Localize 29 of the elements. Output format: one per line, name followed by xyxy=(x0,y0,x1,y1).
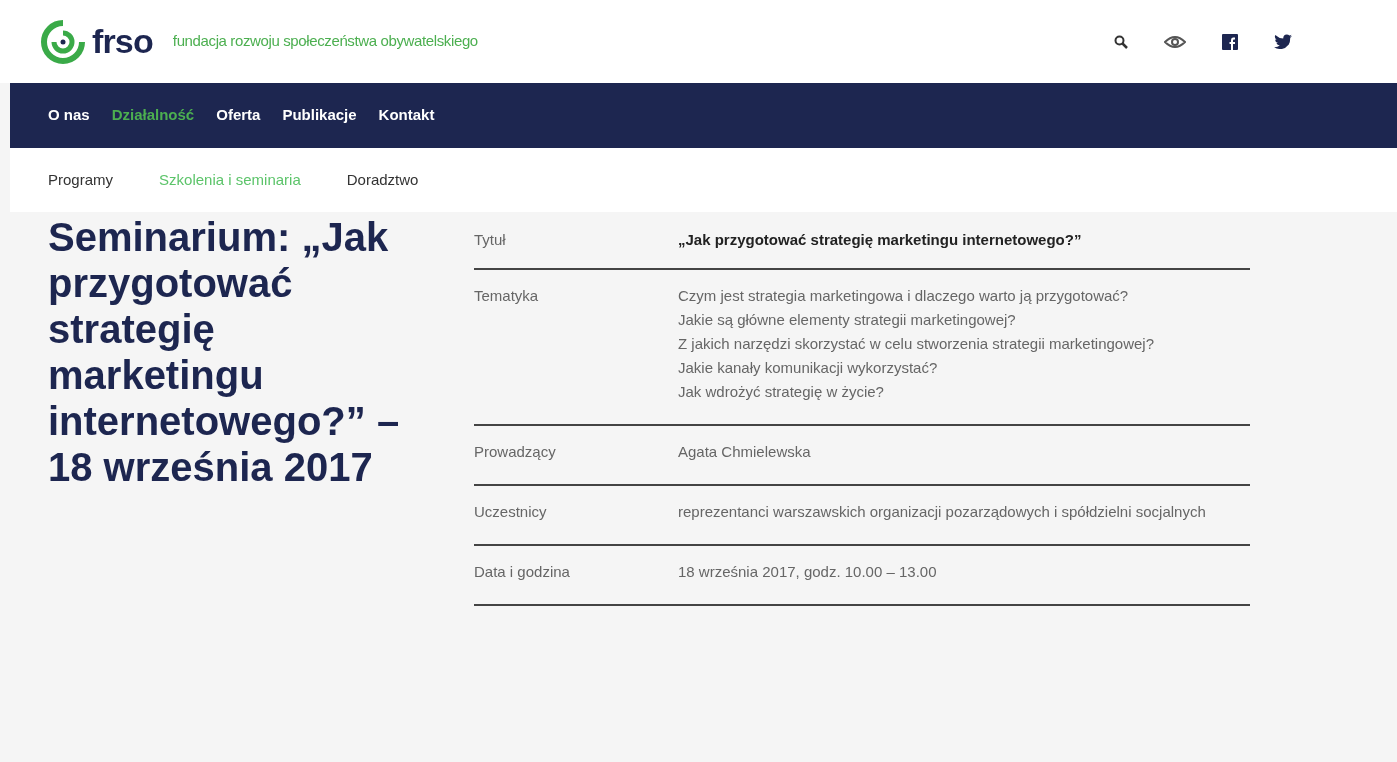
detail-label: Tematyka xyxy=(474,286,540,306)
nav-link[interactable]: O nas xyxy=(48,104,90,127)
detail-value: Z jakich narzędzi skorzystać w celu stworzenia strategii marketingowej? xyxy=(678,334,1155,354)
search-icon[interactable] xyxy=(1114,34,1128,49)
detail-label: Data i godzina xyxy=(474,562,571,582)
nav-link[interactable]: Publikacje xyxy=(282,104,357,127)
eye-icon[interactable] xyxy=(1164,34,1186,49)
detail-value: Czym jest strategia marketingowa i dlaczego warto ją przygotować? xyxy=(678,286,1130,306)
detail-label: Prowadzący xyxy=(474,442,557,462)
detail-value: Jak wdrożyć strategię w życie? xyxy=(678,382,885,402)
detail-value: reprezentanci warszawskich organizacji pozarządowych i spółdzielni socjalnych xyxy=(678,502,1207,522)
nav-link[interactable]: Kontakt xyxy=(378,104,435,127)
detail-value: Jakie są główne elementy strategii marketingowej? xyxy=(678,310,1017,330)
subnav-link[interactable]: Doradztwo xyxy=(346,168,419,192)
logo-icon xyxy=(40,18,86,65)
page-title: Seminarium: „Jak przygotować strategię marketingu internetowego?” – 18 września 2017 xyxy=(48,214,401,491)
tagline: fundacja rozwoju społeczeństwa obywatelskiego xyxy=(172,31,478,52)
logo-text[interactable]: frso xyxy=(92,16,153,67)
nav-link[interactable]: Działalność xyxy=(111,104,195,127)
detail-value: 18 września 2017, godz. 10.00 – 13.00 xyxy=(678,562,938,582)
twitter-icon[interactable] xyxy=(1274,34,1292,49)
detail-value: Jakie kanały komunikacji wykorzystać? xyxy=(678,358,939,378)
facebook-icon[interactable] xyxy=(1222,33,1238,50)
subnav-link[interactable]: Programy xyxy=(48,168,114,192)
nav-link[interactable]: Oferta xyxy=(216,104,261,127)
detail-label: Uczestnicy xyxy=(474,502,548,522)
detail-value: Agata Chmielewska xyxy=(678,442,812,462)
detail-label: Tytuł xyxy=(474,230,507,250)
detail-value: „Jak przygotować strategię marketingu internetowego?” xyxy=(678,230,1083,250)
